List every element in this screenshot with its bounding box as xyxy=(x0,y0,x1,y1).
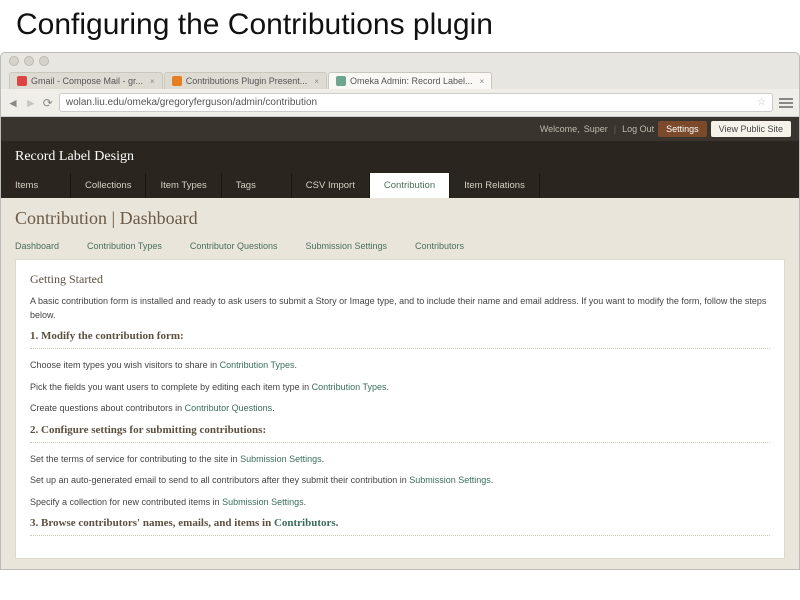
contribution-types-link[interactable]: Contribution Types xyxy=(312,382,387,392)
divider xyxy=(30,442,770,443)
welcome-label: Welcome, xyxy=(540,124,580,134)
step-2-line-b: Set up an auto-generated email to send t… xyxy=(30,474,770,488)
nav-csv-import[interactable]: CSV Import xyxy=(292,173,370,198)
site-title: Record Label Design xyxy=(15,149,134,164)
nav-collections[interactable]: Collections xyxy=(71,173,146,198)
step-1-line-c: Create questions about contributors in C… xyxy=(30,402,770,416)
url-bar[interactable]: wolan.liu.edu/omeka/gregoryferguson/admi… xyxy=(59,93,773,112)
main-nav: Items Collections Item Types Tags CSV Im… xyxy=(1,173,799,198)
reload-button[interactable]: ⟳ xyxy=(43,96,53,110)
view-public-site-button[interactable]: View Public Site xyxy=(711,121,791,137)
tab-label: Gmail - Compose Mail - gr... xyxy=(31,76,143,86)
settings-button[interactable]: Settings xyxy=(658,121,707,137)
submission-settings-link[interactable]: Submission Settings xyxy=(222,497,304,507)
close-icon[interactable]: × xyxy=(150,77,155,86)
menu-icon[interactable] xyxy=(779,96,793,110)
contributors-link[interactable]: Contributors xyxy=(274,517,336,529)
zoom-dot[interactable] xyxy=(39,56,49,66)
divider xyxy=(30,535,770,536)
page-title: Contribution | Dashboard xyxy=(15,208,785,229)
user-link[interactable]: Super xyxy=(584,124,608,134)
subnav-contribution-types[interactable]: Contribution Types xyxy=(87,241,162,251)
nav-tags[interactable]: Tags xyxy=(222,173,292,198)
close-dot[interactable] xyxy=(9,56,19,66)
minimize-dot[interactable] xyxy=(24,56,34,66)
nav-item-types[interactable]: Item Types xyxy=(146,173,221,198)
step-1-heading: 1. Modify the contribution form: xyxy=(30,330,770,342)
step-2-line-c: Specify a collection for new contributed… xyxy=(30,496,770,510)
intro-text: A basic contribution form is installed a… xyxy=(30,295,770,322)
nav-items[interactable]: Items xyxy=(1,173,71,198)
contributor-questions-link[interactable]: Contributor Questions xyxy=(185,403,273,413)
step-2-heading: 2. Configure settings for submitting con… xyxy=(30,424,770,436)
page-viewport: Welcome, Super | Log Out Settings View P… xyxy=(1,117,799,569)
subnav-contributors[interactable]: Contributors xyxy=(415,241,464,251)
close-icon[interactable]: × xyxy=(314,77,319,86)
toolbar: ◄ ► ⟳ wolan.liu.edu/omeka/gregoryferguso… xyxy=(1,89,799,117)
gmail-icon xyxy=(17,76,27,86)
admin-top-bar: Welcome, Super | Log Out Settings View P… xyxy=(1,117,799,141)
contribution-types-link[interactable]: Contribution Types xyxy=(220,360,295,370)
step-2-line-a: Set the terms of service for contributin… xyxy=(30,453,770,467)
sub-nav: Dashboard Contribution Types Contributor… xyxy=(15,239,785,253)
back-button[interactable]: ◄ xyxy=(7,96,19,110)
subnav-contributor-questions[interactable]: Contributor Questions xyxy=(190,241,278,251)
dashboard-panel: Getting Started A basic contribution for… xyxy=(15,259,785,559)
tab-bar: Gmail - Compose Mail - gr... × Contribut… xyxy=(1,69,799,89)
bookmark-star-icon[interactable]: ☆ xyxy=(757,97,766,108)
step-1-line-b: Pick the fields you want users to comple… xyxy=(30,381,770,395)
logout-link[interactable]: Log Out xyxy=(622,124,654,134)
window-controls xyxy=(1,53,799,69)
site-title-bar: Record Label Design xyxy=(1,141,799,173)
forward-button[interactable]: ► xyxy=(25,96,37,110)
close-icon[interactable]: × xyxy=(480,77,485,86)
subnav-dashboard[interactable]: Dashboard xyxy=(15,241,59,251)
url-text: wolan.liu.edu/omeka/gregoryferguson/admi… xyxy=(66,97,317,108)
step-1-line-a: Choose item types you wish visitors to s… xyxy=(30,359,770,373)
getting-started-heading: Getting Started xyxy=(30,272,770,287)
nav-item-relations[interactable]: Item Relations xyxy=(450,173,540,198)
slide-title: Configuring the Contributions plugin xyxy=(0,0,800,52)
tab-presentation[interactable]: Contributions Plugin Present... × xyxy=(164,72,327,89)
browser-window: Gmail - Compose Mail - gr... × Contribut… xyxy=(0,52,800,570)
deck-icon xyxy=(172,76,182,86)
separator: | xyxy=(612,124,618,134)
step-3-heading: 3. Browse contributors' names, emails, a… xyxy=(30,517,770,529)
tab-label: Omeka Admin: Record Label... xyxy=(350,76,473,86)
divider xyxy=(30,348,770,349)
submission-settings-link[interactable]: Submission Settings xyxy=(240,454,322,464)
nav-contribution[interactable]: Contribution xyxy=(370,173,450,198)
tab-omeka-admin[interactable]: Omeka Admin: Record Label... × xyxy=(328,72,492,89)
omeka-icon xyxy=(336,76,346,86)
tab-gmail[interactable]: Gmail - Compose Mail - gr... × xyxy=(9,72,163,89)
tab-label: Contributions Plugin Present... xyxy=(186,76,308,86)
submission-settings-link[interactable]: Submission Settings xyxy=(409,475,491,485)
content-area: Contribution | Dashboard Dashboard Contr… xyxy=(1,198,799,569)
subnav-submission-settings[interactable]: Submission Settings xyxy=(305,241,387,251)
